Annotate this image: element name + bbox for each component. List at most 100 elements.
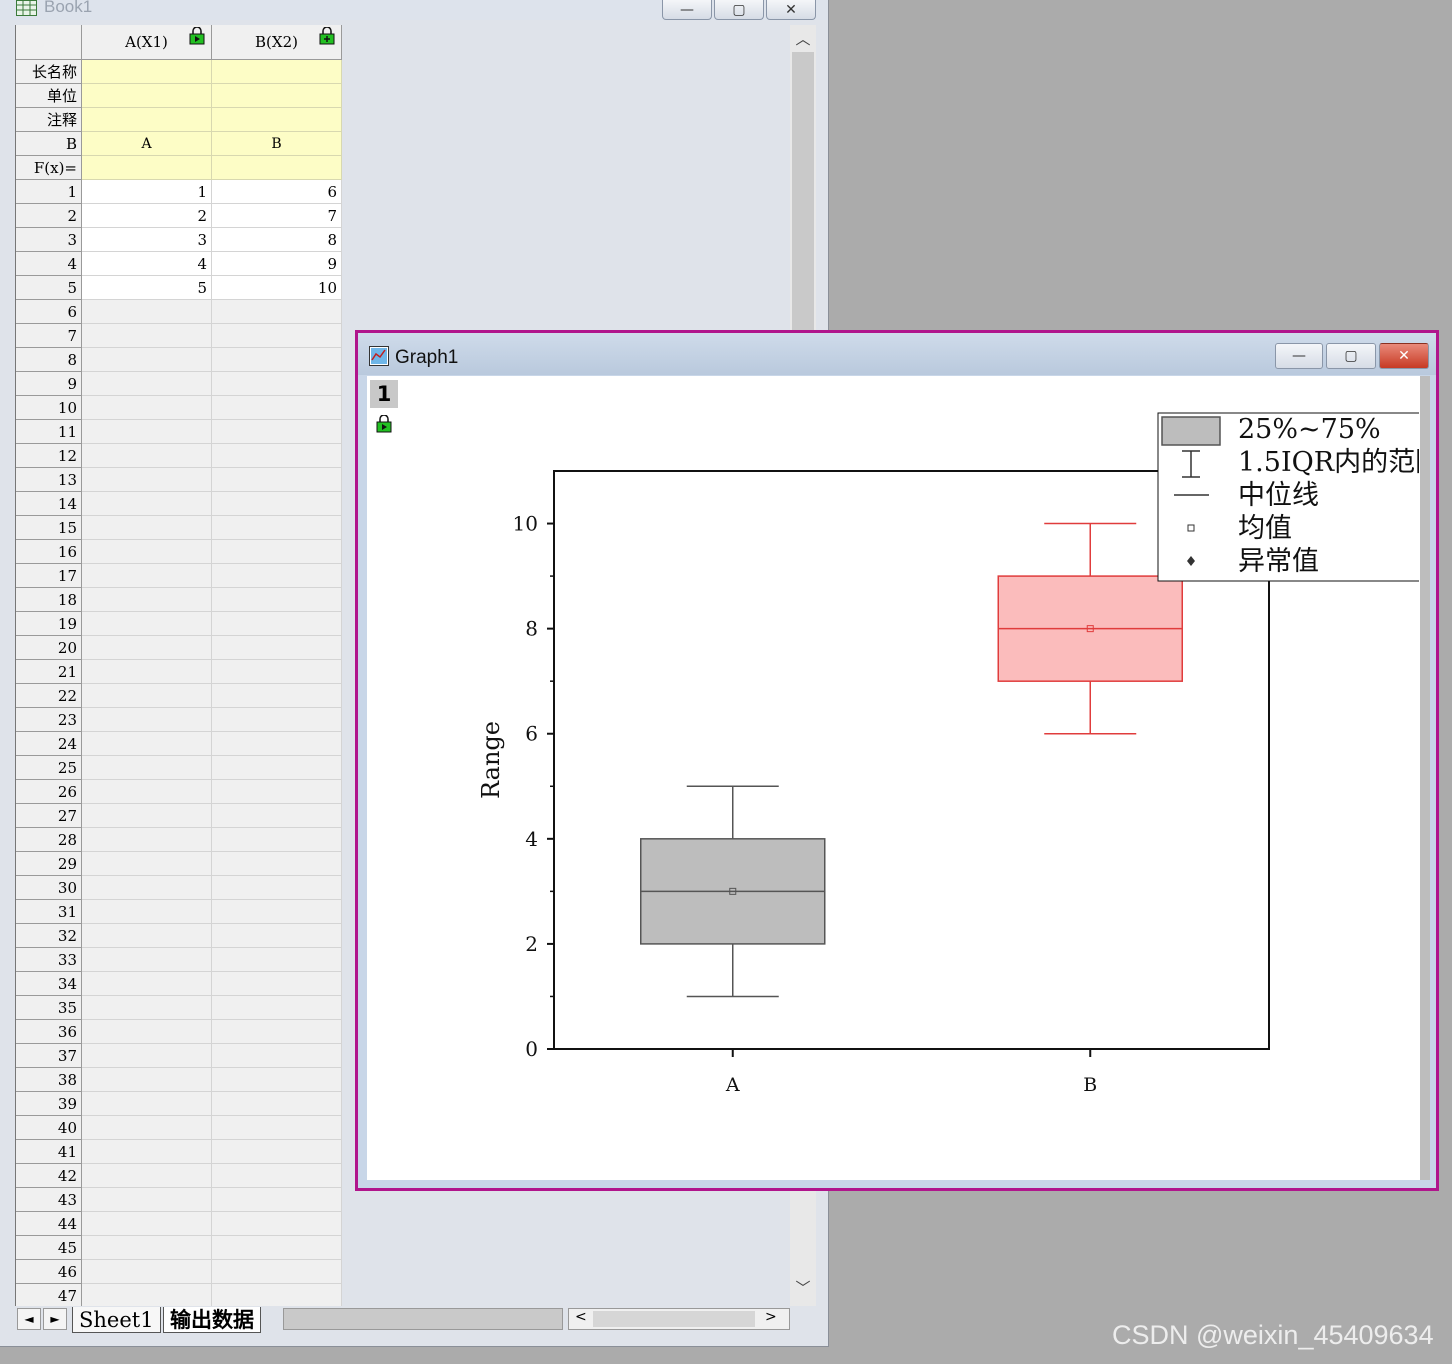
graph-maximize-button[interactable]: ▢ xyxy=(1326,343,1376,369)
empty-cell[interactable] xyxy=(82,1188,212,1212)
empty-cell[interactable] xyxy=(212,1020,342,1044)
row-header[interactable]: 13 xyxy=(16,468,82,492)
row-header[interactable]: 33 xyxy=(16,948,82,972)
meta-cell[interactable] xyxy=(82,108,212,132)
row-header[interactable]: 4 xyxy=(16,252,82,276)
empty-cell[interactable] xyxy=(82,468,212,492)
row-header[interactable]: 31 xyxy=(16,900,82,924)
empty-cell[interactable] xyxy=(82,804,212,828)
maximize-button[interactable]: ▢ xyxy=(714,0,764,20)
empty-cell[interactable] xyxy=(82,372,212,396)
row-header[interactable]: 36 xyxy=(16,1020,82,1044)
row-header[interactable]: 12 xyxy=(16,444,82,468)
empty-cell[interactable] xyxy=(212,900,342,924)
empty-cell[interactable] xyxy=(212,420,342,444)
row-header[interactable]: 22 xyxy=(16,684,82,708)
row-header[interactable]: 17 xyxy=(16,564,82,588)
row-header[interactable]: 45 xyxy=(16,1236,82,1260)
empty-cell[interactable] xyxy=(212,1164,342,1188)
row-header[interactable]: 39 xyxy=(16,1092,82,1116)
empty-cell[interactable] xyxy=(212,780,342,804)
data-cell[interactable]: 3 xyxy=(82,228,212,252)
empty-cell[interactable] xyxy=(212,996,342,1020)
empty-cell[interactable] xyxy=(212,492,342,516)
empty-cell[interactable] xyxy=(212,348,342,372)
empty-cell[interactable] xyxy=(82,1284,212,1306)
row-header[interactable]: 30 xyxy=(16,876,82,900)
empty-cell[interactable] xyxy=(82,708,212,732)
empty-cell[interactable] xyxy=(212,1188,342,1212)
empty-cell[interactable] xyxy=(212,1236,342,1260)
row-header[interactable]: 37 xyxy=(16,1044,82,1068)
data-cell[interactable]: 5 xyxy=(82,276,212,300)
empty-cell[interactable] xyxy=(82,924,212,948)
empty-cell[interactable] xyxy=(82,1236,212,1260)
row-header[interactable]: 8 xyxy=(16,348,82,372)
empty-cell[interactable] xyxy=(82,1116,212,1140)
row-header[interactable]: 29 xyxy=(16,852,82,876)
empty-cell[interactable] xyxy=(212,1068,342,1092)
empty-cell[interactable] xyxy=(212,660,342,684)
row-header[interactable]: 46 xyxy=(16,1260,82,1284)
empty-cell[interactable] xyxy=(82,996,212,1020)
empty-cell[interactable] xyxy=(82,1212,212,1236)
empty-cell[interactable] xyxy=(82,588,212,612)
row-header[interactable]: 10 xyxy=(16,396,82,420)
data-cell[interactable]: 7 xyxy=(212,204,342,228)
row-header[interactable]: 9 xyxy=(16,372,82,396)
row-header[interactable]: 25 xyxy=(16,756,82,780)
tab-sheet1[interactable]: Sheet1 xyxy=(72,1307,161,1333)
empty-cell[interactable] xyxy=(212,300,342,324)
empty-cell[interactable] xyxy=(212,756,342,780)
meta-cell[interactable] xyxy=(82,84,212,108)
empty-cell[interactable] xyxy=(212,396,342,420)
row-header[interactable]: 28 xyxy=(16,828,82,852)
row-header[interactable]: 7 xyxy=(16,324,82,348)
empty-cell[interactable] xyxy=(212,852,342,876)
empty-cell[interactable] xyxy=(82,732,212,756)
scroll-right-icon[interactable]: > xyxy=(765,1309,777,1325)
empty-cell[interactable] xyxy=(82,876,212,900)
empty-cell[interactable] xyxy=(212,1092,342,1116)
empty-cell[interactable] xyxy=(212,684,342,708)
data-cell[interactable]: 9 xyxy=(212,252,342,276)
empty-cell[interactable] xyxy=(212,468,342,492)
empty-cell[interactable] xyxy=(82,1044,212,1068)
meta-row-label[interactable]: 单位 xyxy=(16,84,82,108)
row-header[interactable]: 16 xyxy=(16,540,82,564)
meta-row-label[interactable]: 长名称 xyxy=(16,60,82,84)
lock-run-icon[interactable] xyxy=(375,415,393,433)
empty-cell[interactable] xyxy=(212,1140,342,1164)
row-header[interactable]: 19 xyxy=(16,612,82,636)
graph-minimize-button[interactable]: — xyxy=(1275,343,1323,369)
tab-next-button[interactable]: ► xyxy=(43,1308,67,1330)
row-header[interactable]: 20 xyxy=(16,636,82,660)
book-titlebar[interactable]: Book1 — ▢ ✕ xyxy=(0,0,828,20)
meta-cell[interactable] xyxy=(82,156,212,180)
empty-cell[interactable] xyxy=(82,1092,212,1116)
corner-cell[interactable] xyxy=(16,25,82,60)
row-header[interactable]: 11 xyxy=(16,420,82,444)
worksheet-grid[interactable]: A(X1) B(X2) 长名称 单位 注释 B A B F(x)= 1 1 6 2 2 7 3 3 8 4 4 9 5… xyxy=(15,25,342,1306)
graph-scrollbar[interactable] xyxy=(1420,376,1430,1180)
empty-cell[interactable] xyxy=(82,1068,212,1092)
empty-cell[interactable] xyxy=(212,708,342,732)
meta-cell[interactable] xyxy=(212,108,342,132)
row-header[interactable]: 15 xyxy=(16,516,82,540)
row-header[interactable]: 42 xyxy=(16,1164,82,1188)
empty-cell[interactable] xyxy=(82,300,212,324)
data-cell[interactable]: 6 xyxy=(212,180,342,204)
empty-cell[interactable] xyxy=(82,1260,212,1284)
empty-cell[interactable] xyxy=(82,972,212,996)
empty-cell[interactable] xyxy=(212,564,342,588)
meta-row-label[interactable]: 注释 xyxy=(16,108,82,132)
empty-cell[interactable] xyxy=(82,612,212,636)
empty-cell[interactable] xyxy=(212,1044,342,1068)
sparkline-cell[interactable]: A xyxy=(82,132,212,156)
row-header[interactable]: 14 xyxy=(16,492,82,516)
empty-cell[interactable] xyxy=(82,684,212,708)
meta-row-label[interactable]: B xyxy=(16,132,82,156)
row-header[interactable]: 5 xyxy=(16,276,82,300)
row-header[interactable]: 41 xyxy=(16,1140,82,1164)
row-header[interactable]: 38 xyxy=(16,1068,82,1092)
